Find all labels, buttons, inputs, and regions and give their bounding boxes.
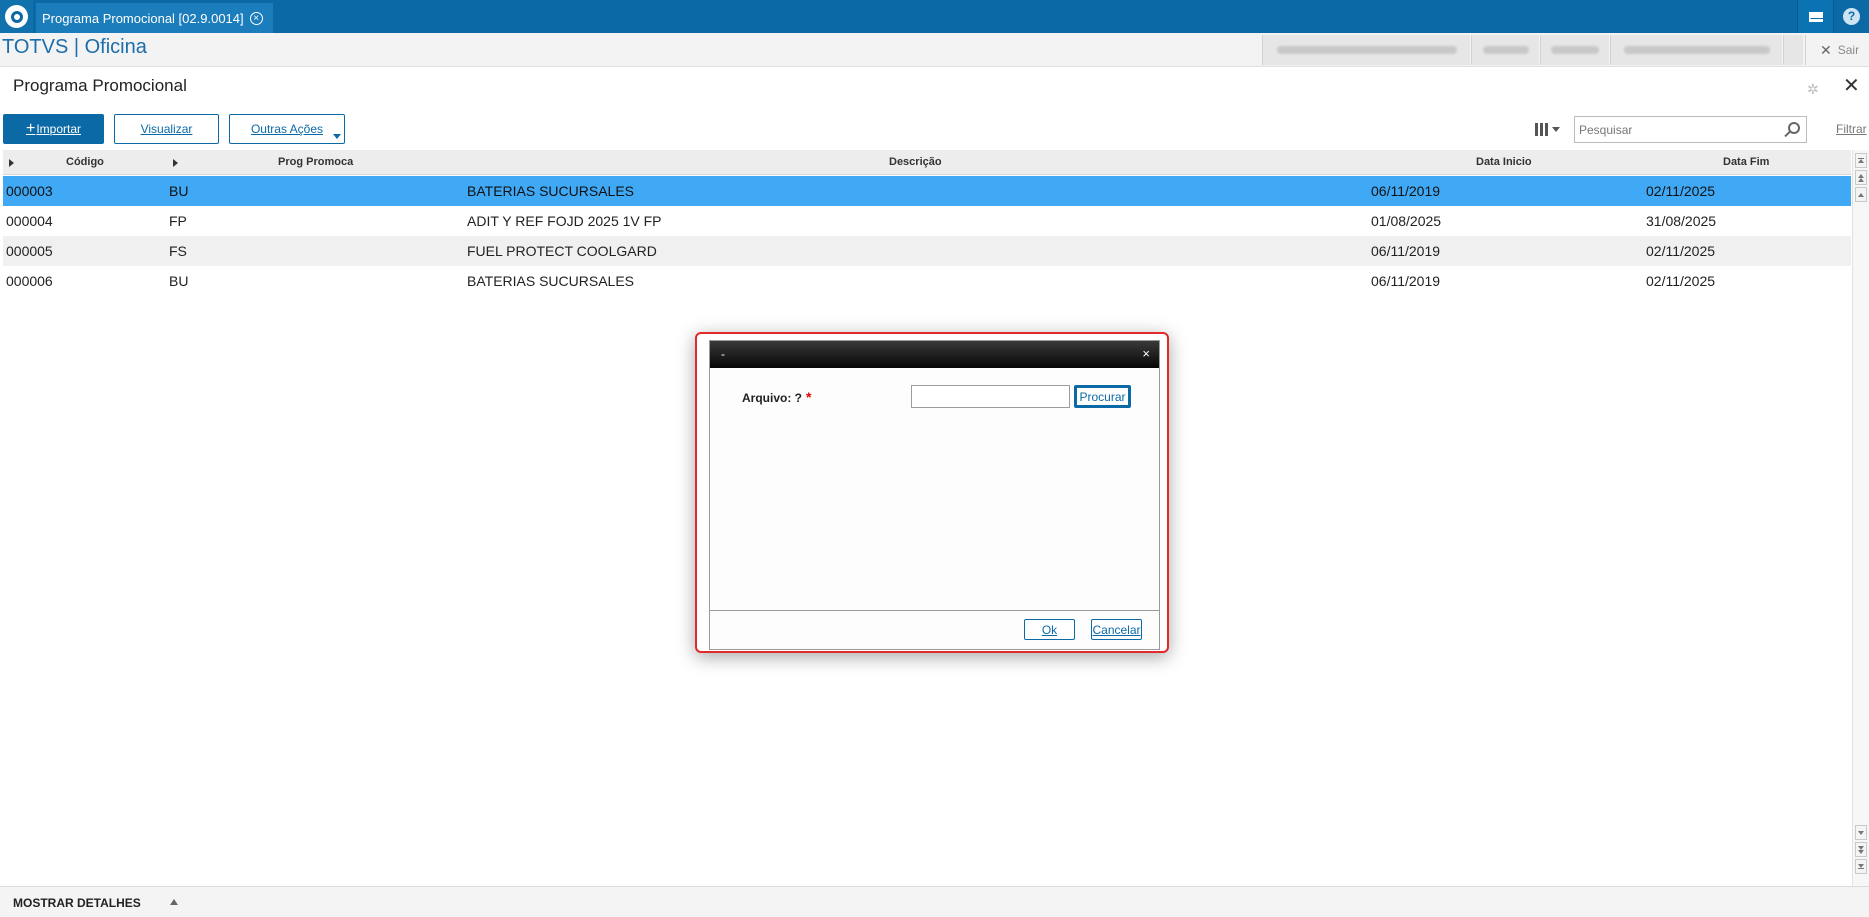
scroll-top-icon[interactable] — [1855, 153, 1867, 168]
columns-icon — [1535, 122, 1548, 136]
column-header-descricao[interactable]: Descrição — [889, 156, 942, 168]
details-footer[interactable]: MOSTRAR DETALHES — [0, 886, 1869, 917]
row-indicator-icon[interactable] — [9, 159, 14, 167]
tab-programa-promocional[interactable]: Programa Promocional [02.9.0014] × — [36, 3, 273, 33]
column-expand-icon[interactable] — [173, 159, 178, 167]
top-bar: Programa Promocional [02.9.0014] × ? — [0, 0, 1869, 33]
search-box — [1574, 116, 1807, 143]
cell-data-fim: 02/11/2025 — [1646, 243, 1716, 259]
mail-icon[interactable] — [1797, 0, 1833, 33]
cell-codigo: 000004 — [6, 213, 53, 229]
cell-prog: FP — [169, 213, 187, 229]
context-company[interactable] — [1262, 35, 1470, 65]
tab-close-icon[interactable]: × — [249, 11, 263, 25]
more-actions-button[interactable]: Outras Ações — [229, 114, 345, 144]
scroll-page-down-icon[interactable] — [1855, 842, 1867, 857]
exit-icon: ✕ — [1820, 41, 1832, 58]
scroll-bottom-icon[interactable] — [1855, 859, 1867, 874]
import-dialog: - × Arquivo: ? * Procurar Ok Cancelar — [709, 340, 1160, 650]
dialog-titlebar: - × — [710, 341, 1159, 368]
view-button[interactable]: Visualizar — [114, 114, 219, 144]
table-row[interactable]: 000006 BU BATERIAS SUCURSALES 06/11/2019… — [3, 266, 1851, 296]
more-actions-label: Outras Ações — [250, 122, 324, 136]
exit-label: Sair — [1837, 43, 1860, 57]
filter-link[interactable]: Filtrar — [1836, 122, 1867, 136]
cell-prog: BU — [169, 183, 189, 199]
file-field-label: Arquivo: ? * — [742, 389, 812, 405]
columns-toggle[interactable] — [1535, 116, 1573, 142]
exit-button[interactable]: ✕ Sair — [1805, 35, 1869, 65]
cell-data-inicio: 06/11/2019 — [1371, 243, 1441, 259]
column-header-data-fim[interactable]: Data Fim — [1723, 156, 1769, 168]
cell-prog: FS — [169, 243, 187, 259]
chevron-down-icon — [1552, 126, 1560, 132]
tab-label: Programa Promocional [02.9.0014] — [42, 10, 244, 26]
grid-header: Código Prog Promoca Descrição Data Inici… — [3, 150, 1851, 175]
grid-scrollbar[interactable] — [1852, 150, 1869, 886]
help-icon[interactable]: ? — [1833, 0, 1869, 33]
table-row[interactable]: 000004 FP ADIT Y REF FOJD 2025 1V FP 01/… — [3, 206, 1851, 236]
close-icon[interactable]: ✕ — [1843, 76, 1860, 96]
show-details-label[interactable]: MOSTRAR DETALHES — [13, 896, 141, 910]
gear-icon[interactable]: ✲ — [1807, 81, 1819, 98]
cell-data-inicio: 06/11/2019 — [1371, 273, 1441, 289]
cell-descricao: BATERIAS SUCURSALES — [467, 183, 635, 199]
scroll-up-icon[interactable] — [1855, 187, 1867, 202]
column-header-codigo[interactable]: Código — [66, 156, 104, 168]
cell-data-inicio: 06/11/2019 — [1371, 183, 1441, 199]
chevron-up-icon[interactable] — [170, 899, 178, 905]
import-label: Importar — [36, 122, 82, 136]
context-extra[interactable] — [1783, 35, 1803, 65]
column-header-data-inicio[interactable]: Data Inicio — [1476, 156, 1532, 168]
cancel-button[interactable]: Cancelar — [1091, 619, 1142, 640]
plus-icon: + — [25, 120, 36, 137]
dialog-footer: Ok Cancelar — [710, 611, 1159, 649]
table-row[interactable]: 000005 FS FUEL PROTECT COOLGARD 06/11/20… — [3, 236, 1851, 266]
cell-data-fim: 31/08/2025 — [1646, 213, 1717, 229]
brand-title: TOTVS | Oficina — [2, 36, 147, 58]
cell-descricao: ADIT Y REF FOJD 2025 1V FP — [467, 213, 662, 229]
cell-prog: BU — [169, 273, 189, 289]
table-row[interactable]: 000003 BU BATERIAS SUCURSALES 06/11/2019… — [3, 176, 1851, 206]
file-path-input[interactable] — [911, 385, 1070, 408]
scroll-page-up-icon[interactable] — [1855, 170, 1867, 185]
context-date[interactable] — [1540, 35, 1609, 65]
browse-button[interactable]: Procurar — [1074, 385, 1131, 408]
context-user[interactable] — [1471, 35, 1539, 65]
context-environment[interactable] — [1610, 35, 1782, 65]
dialog-title: - — [721, 347, 725, 361]
totvs-logo-icon[interactable] — [0, 0, 33, 33]
search-icon[interactable] — [1788, 122, 1800, 134]
dialog-close-icon[interactable]: × — [1142, 346, 1150, 361]
cell-codigo: 000005 — [6, 243, 53, 259]
required-mark: * — [806, 389, 812, 405]
cell-data-fim: 02/11/2025 — [1646, 273, 1716, 289]
cell-descricao: BATERIAS SUCURSALES — [467, 273, 635, 289]
cell-descricao: FUEL PROTECT COOLGARD — [467, 243, 657, 259]
dialog-body: Arquivo: ? * Procurar — [710, 368, 1159, 611]
header-bar: TOTVS | Oficina ✕ Sair — [0, 33, 1869, 67]
chevron-down-icon — [333, 134, 341, 139]
scroll-down-icon[interactable] — [1855, 825, 1867, 840]
column-header-prog[interactable]: Prog Promoca — [278, 156, 353, 168]
page-title: Programa Promocional — [13, 76, 187, 95]
ok-button[interactable]: Ok — [1024, 619, 1075, 640]
cell-data-inicio: 01/08/2025 — [1371, 213, 1442, 229]
cell-codigo: 000006 — [6, 273, 53, 289]
import-button[interactable]: + Importar — [3, 114, 104, 144]
cell-codigo: 000003 — [6, 183, 53, 199]
search-input[interactable] — [1575, 117, 1775, 142]
cell-data-fim: 02/11/2025 — [1646, 183, 1716, 199]
